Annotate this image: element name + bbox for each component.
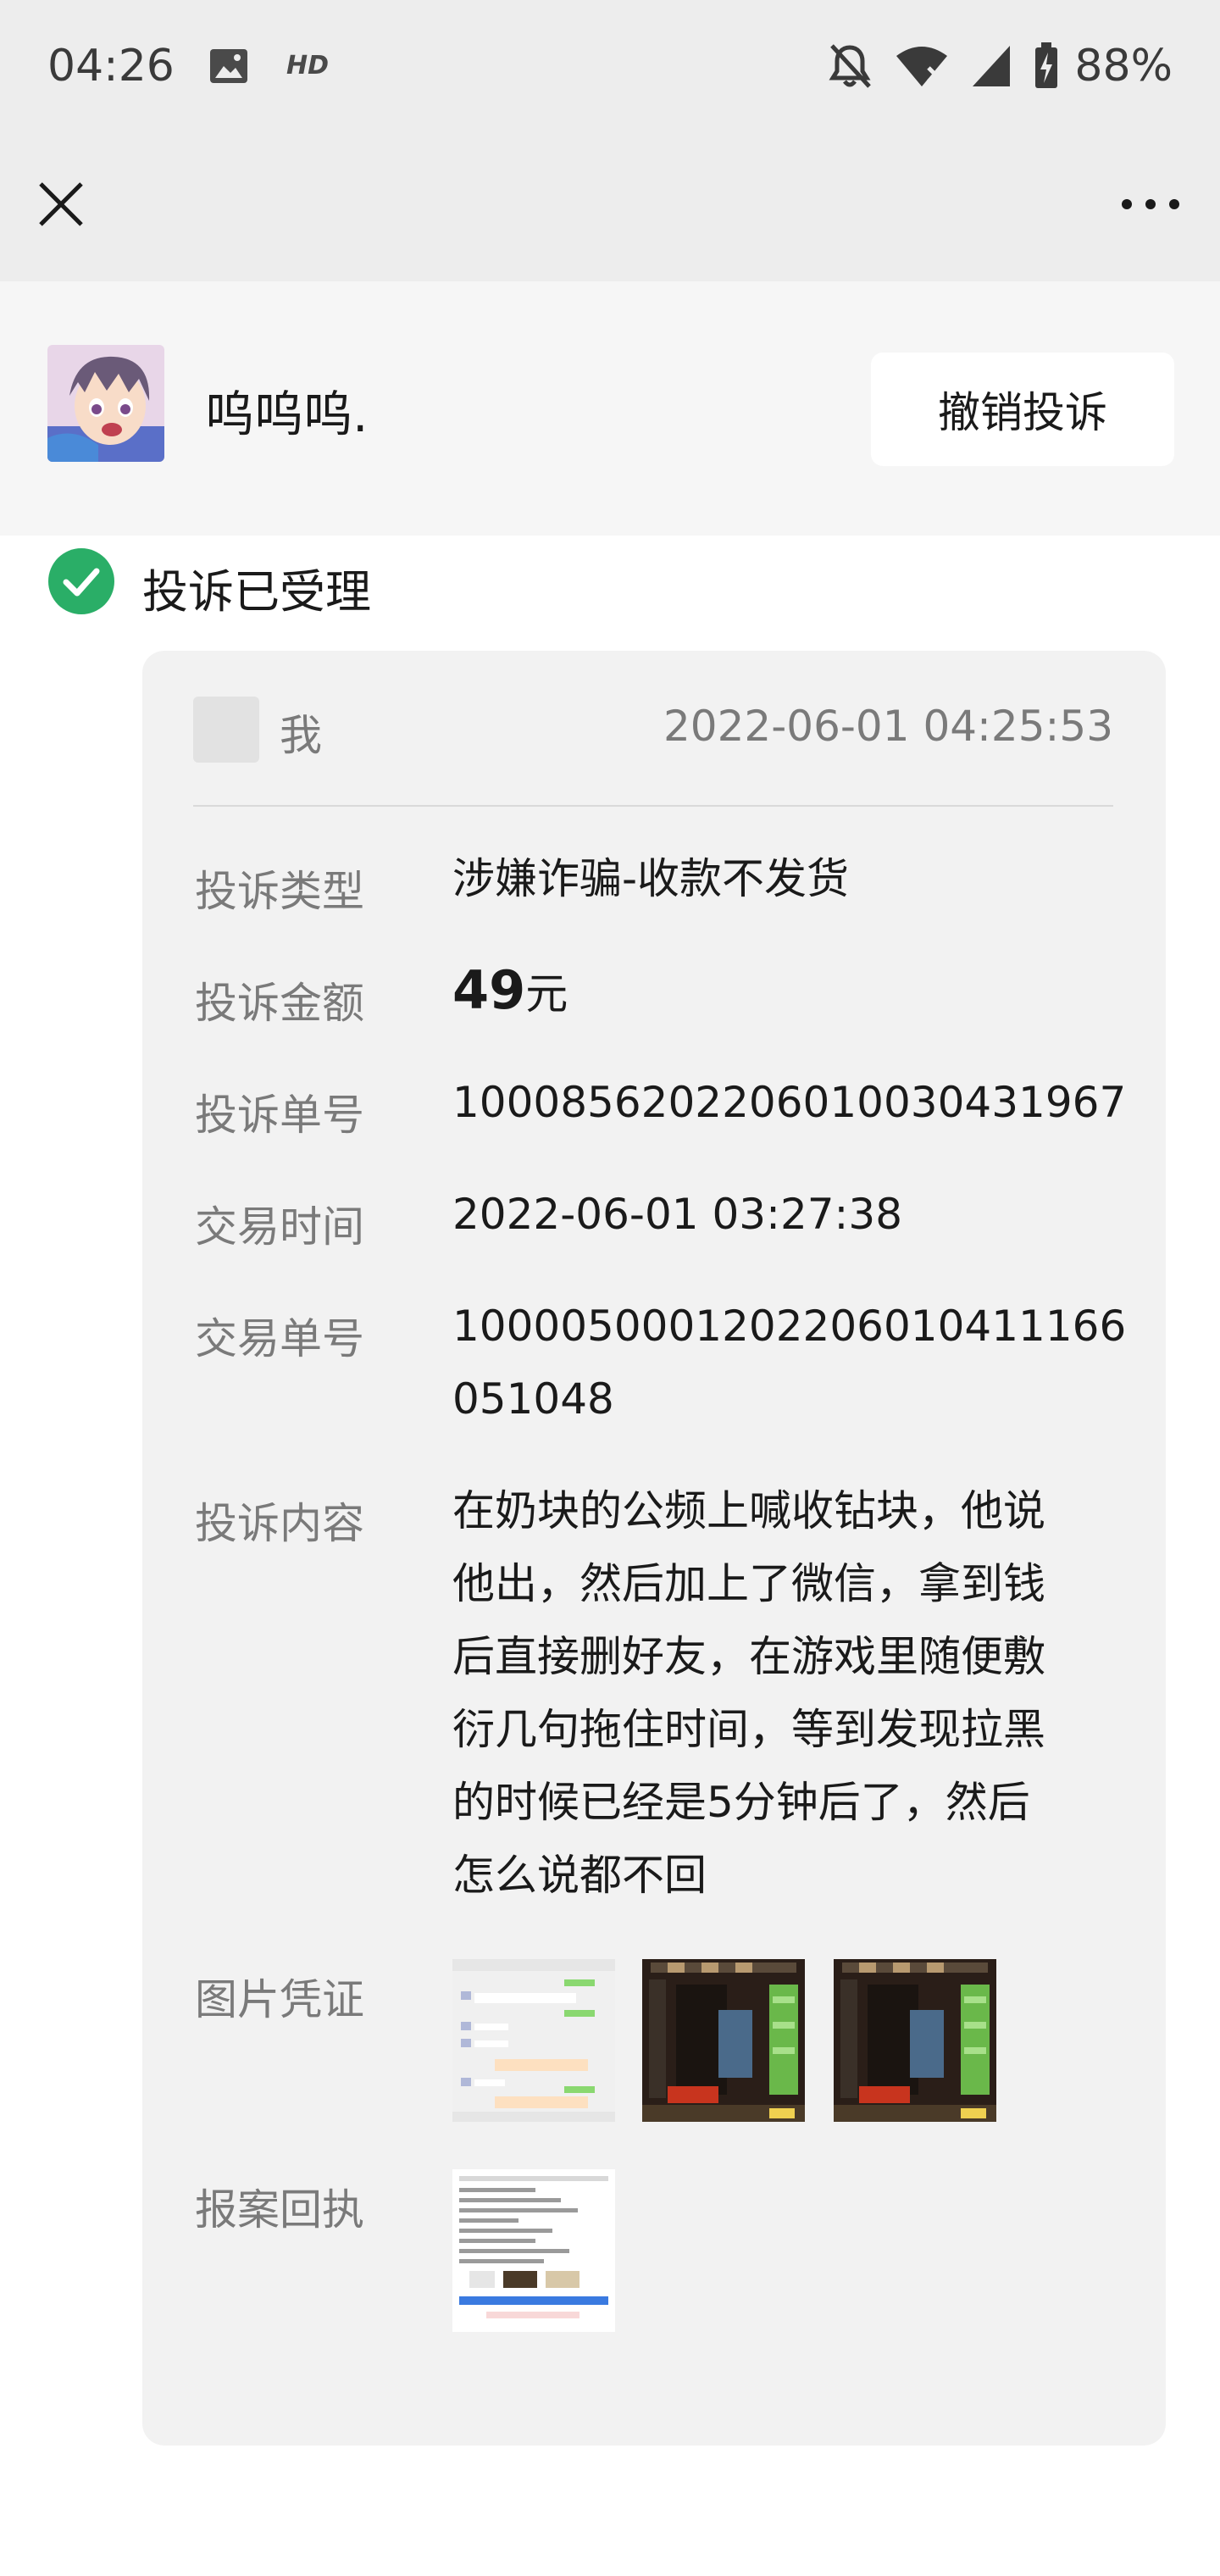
signal-icon <box>973 46 1011 86</box>
nav-bar <box>0 140 1220 281</box>
trade-no-label: 交易单号 <box>195 1314 364 1363</box>
evidence-label: 图片凭证 <box>195 1975 364 2024</box>
revoke-complaint-button[interactable]: 撤销投诉 <box>871 353 1174 466</box>
amount-unit: 元 <box>525 969 568 1019</box>
amount-number: 49 <box>452 959 526 1021</box>
evidence-thumbnail-chat[interactable] <box>452 1959 615 2122</box>
content-line: 他出，然后加上了微信，拿到钱 <box>452 1559 1045 1608</box>
trade-no-line: 1000050001202206010411166 <box>452 1302 1127 1351</box>
complaint-header: 呜呜呜. 撤销投诉 <box>0 281 1220 536</box>
check-circle-icon <box>48 548 114 614</box>
complaint-timestamp: 2022-06-01 04:25:53 <box>663 702 1113 751</box>
content-label: 投诉内容 <box>195 1499 364 1548</box>
author-name: 我 <box>280 711 322 760</box>
evidence-thumbnail-game-2[interactable] <box>834 1959 996 2122</box>
status-bar: 04:26 HD 88% <box>0 0 1220 140</box>
content-line: 怎么说都不回 <box>452 1851 707 1900</box>
trade-no-value: 1000050001202206010411166 051048 <box>452 1290 1130 1435</box>
trade-no-line: 051048 <box>452 1374 614 1424</box>
complaint-card: 我 2022-06-01 04:25:53 投诉类型 涉嫌诈骗-收款不发货 投诉… <box>142 651 1166 2446</box>
avatar <box>47 345 164 462</box>
status-label: 投诉已受理 <box>142 565 371 619</box>
status-time: 04:26 <box>47 41 175 92</box>
status-icons: 88% <box>827 41 1173 92</box>
amount-label: 投诉金额 <box>195 979 364 1028</box>
report-label: 报案回执 <box>195 2185 364 2235</box>
content-line: 在奶块的公频上喊收钻块，他说 <box>452 1486 1045 1535</box>
username: 呜呜呜. <box>205 386 369 443</box>
battery-charging-icon <box>1035 42 1058 88</box>
type-value: 涉嫌诈骗-收款不发货 <box>452 854 850 903</box>
close-icon[interactable] <box>34 177 88 231</box>
content-value: 在奶块的公频上喊收钻块，他说 他出，然后加上了微信，拿到钱 后直接删好友，在游戏… <box>452 1474 1130 1912</box>
type-label: 投诉类型 <box>195 867 364 916</box>
more-icon[interactable] <box>1115 184 1186 225</box>
content-line: 后直接删好友，在游戏里随便敷 <box>452 1632 1045 1681</box>
battery-percent: 88% <box>1074 41 1173 92</box>
image-icon <box>210 49 247 83</box>
trade-time-value: 2022-06-01 03:27:38 <box>452 1190 903 1239</box>
evidence-thumbnail-game-1[interactable] <box>642 1959 805 2122</box>
amount-value: 49元 <box>452 954 1130 1030</box>
divider <box>193 805 1113 807</box>
report-receipt-thumbnail[interactable] <box>452 2169 615 2332</box>
complaint-no-label: 投诉单号 <box>195 1091 364 1140</box>
trade-time-label: 交易时间 <box>195 1202 364 1252</box>
author-avatar <box>193 697 259 763</box>
complaint-no-value: 1000856202206010030431967 <box>452 1078 1127 1127</box>
bell-off-icon <box>829 44 872 88</box>
hd-icon: HD <box>286 51 330 80</box>
content-line: 的时候已经是5分钟后了，然后 <box>452 1778 1030 1827</box>
wifi-x-icon <box>896 47 948 86</box>
content-line: 衍几句拖住时间，等到发现拉黑 <box>452 1705 1045 1754</box>
